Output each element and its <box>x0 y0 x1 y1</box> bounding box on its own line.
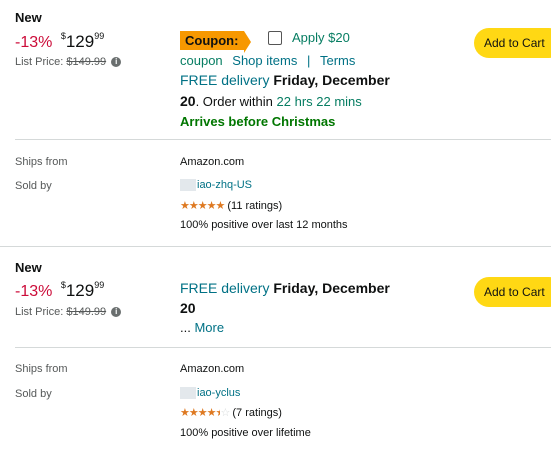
price-block: -13% $12999 <box>15 280 105 301</box>
seller-avatar <box>180 179 196 192</box>
add-to-cart-button[interactable]: Add to Cart <box>474 277 551 307</box>
arrives-note: Arrives before Christmas <box>180 114 336 129</box>
list-price-label: List Price: <box>15 56 64 68</box>
info-icon[interactable]: i <box>111 307 122 318</box>
seller-rating[interactable]: ★★★★★ (11 ratings) <box>180 199 282 212</box>
divider <box>15 139 551 140</box>
offer-condition: New <box>15 10 42 25</box>
coupon-links: coupon Shop items | Terms <box>180 53 355 68</box>
seller-name[interactable]: iao-yclus <box>180 387 240 400</box>
discount-percent: -13% <box>15 34 53 51</box>
seller-link[interactable]: iao-zhq-US <box>197 179 252 191</box>
seller-link[interactable]: iao-yclus <box>197 387 240 399</box>
order-within-text: . Order within <box>195 94 273 109</box>
delivery-line-1: FREE delivery Friday, December <box>180 280 390 296</box>
apply-coupon-checkbox[interactable] <box>268 31 282 45</box>
discount-percent: -13% <box>15 283 53 300</box>
apply-coupon-label[interactable]: Apply $20 <box>292 30 350 45</box>
delivery-line-2: 20. Order within 22 hrs 22 mins <box>180 93 362 109</box>
seller-avatar <box>180 387 196 400</box>
offer-price: $12999 <box>60 31 105 51</box>
offer-divider <box>0 246 551 247</box>
info-icon[interactable]: i <box>111 57 122 68</box>
price-fraction: 99 <box>94 280 105 291</box>
four-and-half-star-rating-icon: ★★★★★☆ <box>180 407 230 419</box>
list-price-label: List Price: <box>15 306 64 318</box>
free-delivery-text: FREE delivery <box>180 72 270 88</box>
price-fraction: 99 <box>94 31 105 42</box>
price-symbol: $ <box>60 31 66 42</box>
more-prefix: ... <box>180 320 191 335</box>
coupon-separator: | <box>306 53 311 68</box>
more-link[interactable]: More <box>194 320 224 335</box>
sold-by-label: Sold by <box>15 388 52 400</box>
five-star-rating-icon: ★★★★★ <box>180 200 225 212</box>
delivery-date: Friday, December <box>273 72 390 88</box>
seller-positive: 100% positive over last 12 months <box>180 219 348 231</box>
seller-ratings-count: (7 ratings) <box>232 407 282 419</box>
ships-from-value: Amazon.com <box>180 156 245 168</box>
list-price-value: $149.99 <box>66 56 107 68</box>
divider <box>15 347 551 348</box>
list-price: List Price: $149.99 i <box>15 306 122 318</box>
more-delivery: ... More <box>180 320 224 335</box>
ships-from-value: Amazon.com <box>180 363 245 375</box>
seller-positive: 100% positive over lifetime <box>180 427 311 439</box>
coupon-word: coupon <box>180 53 223 68</box>
offer-condition: New <box>15 260 42 275</box>
delivery-day: 20 <box>180 93 196 109</box>
list-price-value: $149.99 <box>66 306 107 318</box>
add-to-cart-button[interactable]: Add to Cart <box>474 28 551 58</box>
price-whole: 129 <box>65 281 95 300</box>
seller-name[interactable]: iao-zhq-US <box>180 179 252 192</box>
delivery-date: Friday, December <box>273 280 390 296</box>
delivery-line-1: FREE delivery Friday, December <box>180 72 390 88</box>
coupon-badge-label: Coupon: <box>180 31 245 50</box>
seller-rating[interactable]: ★★★★★☆ (7 ratings) <box>180 406 282 419</box>
list-price: List Price: $149.99 i <box>15 56 122 68</box>
free-delivery-text: FREE delivery <box>180 280 270 296</box>
ships-from-label: Ships from <box>15 363 68 375</box>
terms-link[interactable]: Terms <box>320 53 355 68</box>
price-block: -13% $12999 <box>15 31 105 52</box>
shop-items-link[interactable]: Shop items <box>232 53 297 68</box>
time-left: 22 hrs 22 mins <box>276 94 362 109</box>
coupon-badge: Coupon: <box>180 31 245 50</box>
ships-from-label: Ships from <box>15 156 68 168</box>
seller-ratings-count: (11 ratings) <box>227 200 283 212</box>
offer-price: $12999 <box>60 280 105 300</box>
price-whole: 129 <box>65 32 95 51</box>
delivery-day: 20 <box>180 300 196 316</box>
sold-by-label: Sold by <box>15 180 52 192</box>
price-symbol: $ <box>60 280 66 291</box>
